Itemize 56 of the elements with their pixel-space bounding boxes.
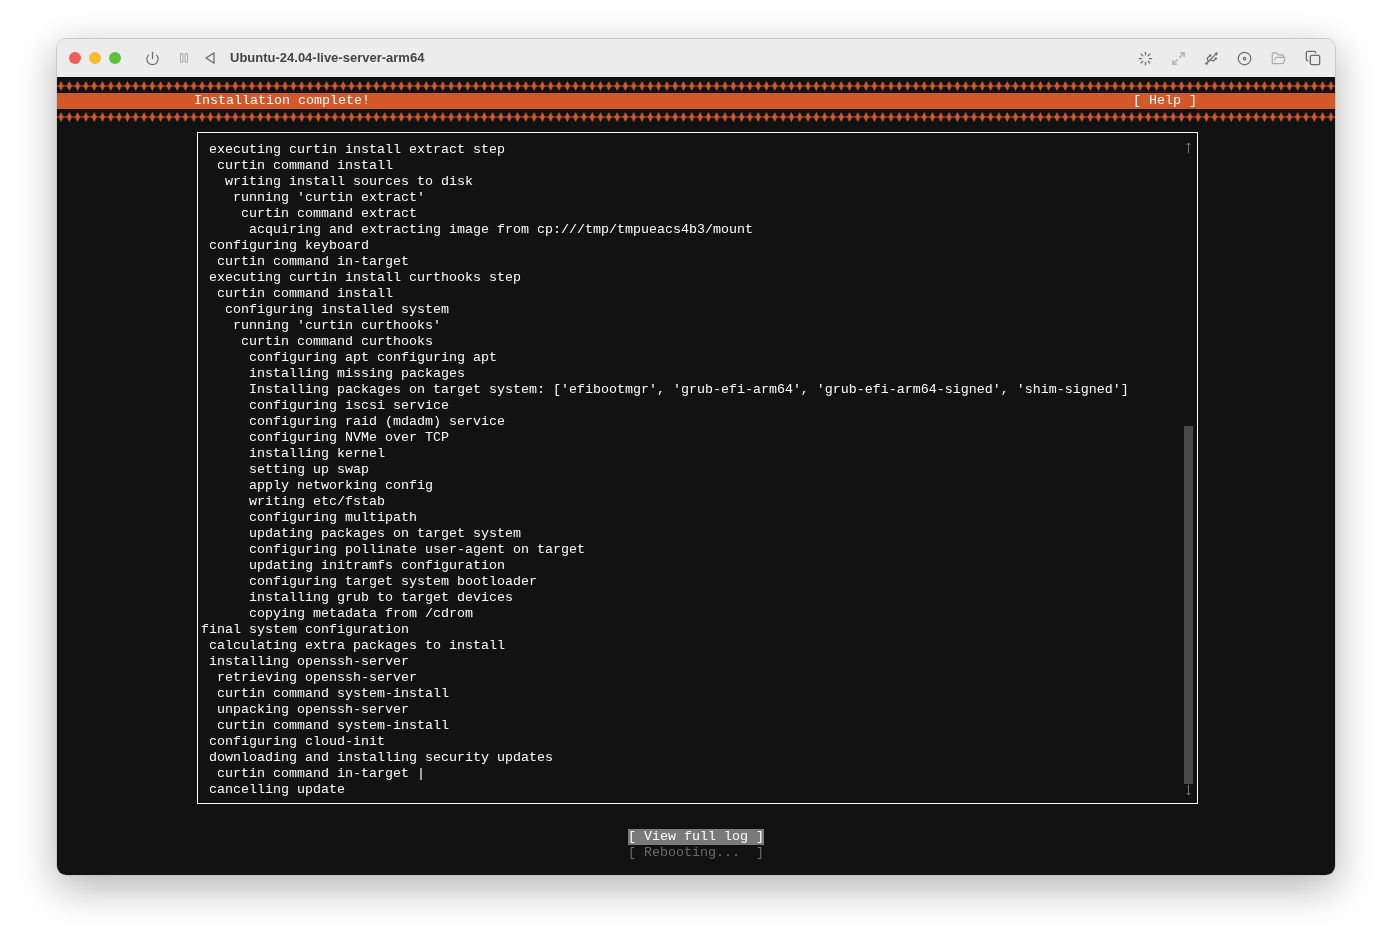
log-line: installing grub to target devices xyxy=(249,590,514,606)
log-line: installing openssh-server xyxy=(209,654,410,670)
log-line: retrieving openssh-server xyxy=(217,670,418,686)
log-line: configuring multipath xyxy=(249,510,418,526)
log-line: curtin command install xyxy=(217,158,394,174)
log-line: apply networking config xyxy=(249,478,434,494)
windows-icon[interactable] xyxy=(1305,50,1321,66)
disc-icon[interactable] xyxy=(1237,50,1252,66)
header-title: Installation complete! xyxy=(194,93,370,109)
log-line: unpacking openssh-server xyxy=(217,702,410,718)
close-button[interactable] xyxy=(69,52,81,64)
scrollbar[interactable] xyxy=(1184,142,1193,796)
log-line: configuring keyboard xyxy=(209,238,370,254)
log-line: configuring apt configuring apt xyxy=(249,350,498,366)
log-line: updating packages on target system xyxy=(249,526,522,542)
log-line: downloading and installing security updates xyxy=(209,750,554,766)
help-button[interactable]: [ Help ] xyxy=(1133,93,1197,109)
power-icon[interactable] xyxy=(145,50,160,66)
log-line: installing missing packages xyxy=(249,366,466,382)
log-line: executing curtin install extract step xyxy=(209,142,506,158)
log-line: curtin command curthooks xyxy=(241,334,434,350)
log-line: configuring NVMe over TCP xyxy=(249,430,450,446)
log-line: curtin command extract xyxy=(241,206,418,222)
log-line: configuring target system bootloader xyxy=(249,574,538,590)
loader-icon[interactable] xyxy=(1138,50,1153,66)
window-title: Ubuntu-24.04-live-server-arm64 xyxy=(230,49,425,68)
log-line: copying metadata from /cdrom xyxy=(249,606,474,622)
log-line: acquiring and extracting image from cp:///tmp/tmpueacs4b3/mount xyxy=(249,222,754,238)
log-line: updating initramfs configuration xyxy=(249,558,506,574)
log-line: curtin command in-target | xyxy=(217,766,426,782)
down-arrow-icon[interactable] xyxy=(1186,784,1191,796)
back-triangle-icon[interactable] xyxy=(204,52,216,64)
log-line: configuring pollinate user-agent on target xyxy=(249,542,586,558)
log-line: final system configuration xyxy=(201,622,410,638)
log-line: configuring raid (mdadm) service xyxy=(249,414,506,430)
log-line: configuring installed system xyxy=(225,302,450,318)
log-line: executing curtin install curthooks step xyxy=(209,270,522,286)
scrollbar-thumb[interactable] xyxy=(1184,426,1193,784)
log-line: setting up swap xyxy=(249,462,370,478)
usb-icon[interactable] xyxy=(1204,50,1219,66)
log-line: configuring iscsi service xyxy=(249,398,450,414)
log-line: writing etc/fstab xyxy=(249,494,386,510)
log-line: installing kernel xyxy=(249,446,386,462)
log-line: curtin command system-install xyxy=(217,718,450,734)
log-line: cancelling update xyxy=(209,782,346,798)
log-line: running 'curtin curthooks' xyxy=(233,318,442,334)
log-line: configuring cloud-init xyxy=(209,734,386,750)
log-line: Installing packages on target system: ['efibootmgr', 'grub-efi-arm64', 'grub-efi-arm64-signed', 'shim-signed'] xyxy=(249,382,1130,398)
action-button[interactable]: [ View full log ] xyxy=(628,829,764,845)
log-line: writing install sources to disk xyxy=(225,174,474,190)
log-line: curtin command install xyxy=(217,286,394,302)
log-line: calculating extra packages to install xyxy=(209,638,506,654)
log-line: curtin command system-install xyxy=(217,686,450,702)
log-line: running 'curtin extract' xyxy=(233,190,426,206)
up-arrow-icon[interactable] xyxy=(1186,142,1191,154)
log-line: curtin command in-target xyxy=(217,254,410,270)
